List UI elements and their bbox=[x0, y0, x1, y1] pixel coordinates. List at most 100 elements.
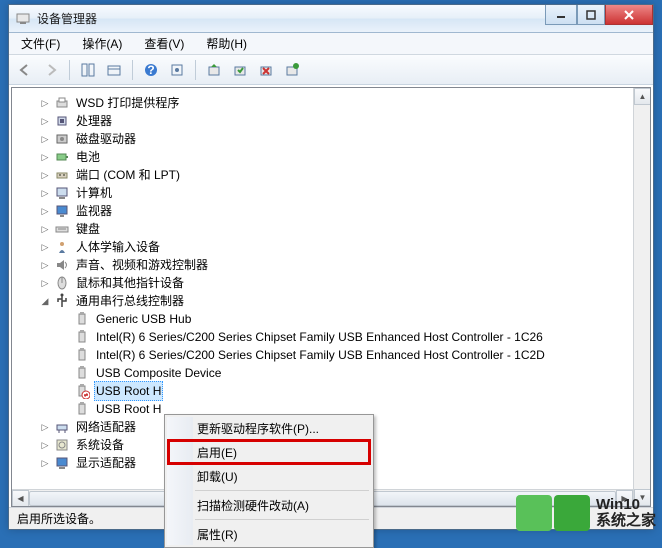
svg-text:?: ? bbox=[147, 63, 154, 77]
tree-item[interactable]: ▷ 人体学输入设备 bbox=[12, 238, 648, 256]
tree-item-label: Intel(R) 6 Series/C200 Series Chipset Fa… bbox=[94, 328, 545, 346]
usb-dev-icon bbox=[74, 329, 90, 345]
tree-item[interactable]: Intel(R) 6 Series/C200 Series Chipset Fa… bbox=[12, 328, 648, 346]
tree-item-label: WSD 打印提供程序 bbox=[74, 94, 181, 112]
usb-dev-icon bbox=[74, 347, 90, 363]
expand-icon[interactable]: ▷ bbox=[38, 150, 52, 164]
context-menu: 更新驱动程序软件(P)... 启用(E) 卸载(U) 扫描检测硬件改动(A) 属… bbox=[164, 414, 374, 548]
vertical-scrollbar[interactable]: ▲ ▼ bbox=[633, 88, 650, 506]
tree-item[interactable]: ▷鼠标和其他指针设备 bbox=[12, 274, 648, 292]
status-text: 启用所选设备。 bbox=[17, 510, 101, 527]
forward-button[interactable] bbox=[39, 58, 63, 82]
expand-icon[interactable]: ▷ bbox=[38, 132, 52, 146]
printer-icon bbox=[54, 95, 70, 111]
expand-icon[interactable]: ▷ bbox=[38, 456, 52, 470]
expand-icon[interactable]: ▷ bbox=[38, 222, 52, 236]
expand-icon[interactable]: ▷ bbox=[38, 96, 52, 110]
enable-device-button[interactable] bbox=[228, 58, 252, 82]
expand-icon[interactable]: ▷ bbox=[38, 204, 52, 218]
tree-item[interactable]: ▷ 监视器 bbox=[12, 202, 648, 220]
menu-file[interactable]: 文件(F) bbox=[15, 33, 66, 54]
tree-item-label: 通用串行总线控制器 bbox=[74, 292, 186, 310]
watermark-line1: Win10 bbox=[596, 497, 656, 513]
context-menu-separator bbox=[195, 519, 369, 520]
menu-action[interactable]: 操作(A) bbox=[76, 33, 128, 54]
back-button[interactable] bbox=[13, 58, 37, 82]
tree-item-label: 声音、视频和游戏控制器 bbox=[74, 256, 210, 274]
view-button[interactable] bbox=[102, 58, 126, 82]
toolbar: ? bbox=[9, 55, 653, 85]
tree-item-label: 计算机 bbox=[74, 184, 114, 202]
usb-dev-icon bbox=[74, 401, 90, 417]
tree-item-label: 键盘 bbox=[74, 220, 102, 238]
maximize-button[interactable] bbox=[577, 5, 605, 25]
tree-item[interactable]: ▷ 键盘 bbox=[12, 220, 648, 238]
system-icon bbox=[54, 437, 70, 453]
usb-icon bbox=[54, 293, 70, 309]
scan-hardware-button[interactable] bbox=[280, 58, 304, 82]
ctx-update-driver[interactable]: 更新驱动程序软件(P)... bbox=[167, 417, 371, 439]
tree-spacer bbox=[58, 384, 72, 398]
tree-item[interactable]: USB Root H bbox=[12, 382, 648, 400]
expand-icon[interactable]: ▷ bbox=[38, 258, 52, 272]
tree-item[interactable]: ▷磁盘驱动器 bbox=[12, 130, 648, 148]
expand-icon[interactable]: ▷ bbox=[38, 114, 52, 128]
watermark: Win10 系统之家 bbox=[516, 495, 656, 531]
tree-item[interactable]: ▷端口 (COM 和 LPT) bbox=[12, 166, 648, 184]
scroll-up-button[interactable]: ▲ bbox=[634, 88, 651, 105]
show-hide-tree-button[interactable] bbox=[76, 58, 100, 82]
expand-icon[interactable]: ▷ bbox=[38, 168, 52, 182]
tree-spacer bbox=[58, 312, 72, 326]
toolbar-separator bbox=[195, 60, 196, 80]
tree-item-label: 网络适配器 bbox=[74, 418, 138, 436]
tree-spacer bbox=[58, 330, 72, 344]
help-button[interactable]: ? bbox=[139, 58, 163, 82]
mouse-icon bbox=[54, 275, 70, 291]
tree-item[interactable]: ◢ 通用串行总线控制器 bbox=[12, 292, 648, 310]
update-driver-button[interactable] bbox=[202, 58, 226, 82]
expand-icon[interactable]: ▷ bbox=[38, 276, 52, 290]
expand-icon[interactable]: ▷ bbox=[38, 186, 52, 200]
collapse-icon[interactable]: ◢ bbox=[38, 294, 52, 308]
options-button[interactable] bbox=[165, 58, 189, 82]
tree-item[interactable]: ▷ 声音、视频和游戏控制器 bbox=[12, 256, 648, 274]
ctx-scan[interactable]: 扫描检测硬件改动(A) bbox=[167, 494, 371, 516]
uninstall-button[interactable] bbox=[254, 58, 278, 82]
disk-icon bbox=[54, 131, 70, 147]
tree-item[interactable]: Generic USB Hub bbox=[12, 310, 648, 328]
tree-item-label: Generic USB Hub bbox=[94, 310, 193, 328]
tree-item-label: 显示适配器 bbox=[74, 454, 138, 472]
close-button[interactable] bbox=[605, 5, 653, 25]
tree-item-label: 监视器 bbox=[74, 202, 114, 220]
ctx-properties[interactable]: 属性(R) bbox=[167, 523, 371, 545]
ctx-uninstall[interactable]: 卸载(U) bbox=[167, 465, 371, 487]
toolbar-separator bbox=[69, 60, 70, 80]
logo-icon bbox=[516, 495, 552, 531]
tree-item[interactable]: ▷处理器 bbox=[12, 112, 648, 130]
computer-icon bbox=[54, 185, 70, 201]
expand-icon[interactable]: ▷ bbox=[38, 420, 52, 434]
tree-item[interactable]: USB Composite Device bbox=[12, 364, 648, 382]
expand-icon[interactable]: ▷ bbox=[38, 438, 52, 452]
watermark-line2: 系统之家 bbox=[596, 513, 656, 529]
tree-item-label: USB Root H bbox=[94, 381, 163, 401]
tree-item[interactable]: Intel(R) 6 Series/C200 Series Chipset Fa… bbox=[12, 346, 648, 364]
tree-item-label: USB Root H bbox=[94, 400, 163, 418]
minimize-button[interactable] bbox=[545, 5, 577, 25]
keyboard-icon bbox=[54, 221, 70, 237]
menu-help[interactable]: 帮助(H) bbox=[200, 33, 253, 54]
scroll-left-button[interactable]: ◀ bbox=[12, 490, 29, 507]
tree-item[interactable]: ▷电池 bbox=[12, 148, 648, 166]
tree-item[interactable]: ▷ WSD 打印提供程序 bbox=[12, 94, 648, 112]
menu-view[interactable]: 查看(V) bbox=[138, 33, 190, 54]
expand-icon[interactable]: ▷ bbox=[38, 240, 52, 254]
ctx-enable[interactable]: 启用(E) bbox=[167, 439, 371, 465]
usb-dev-icon bbox=[74, 311, 90, 327]
port-icon bbox=[54, 167, 70, 183]
monitor-icon bbox=[54, 203, 70, 219]
tree-item[interactable]: ▷ 计算机 bbox=[12, 184, 648, 202]
tree-item-label: 人体学输入设备 bbox=[74, 238, 162, 256]
sound-icon bbox=[54, 257, 70, 273]
titlebar[interactable]: 设备管理器 bbox=[9, 5, 653, 33]
toolbar-separator bbox=[132, 60, 133, 80]
